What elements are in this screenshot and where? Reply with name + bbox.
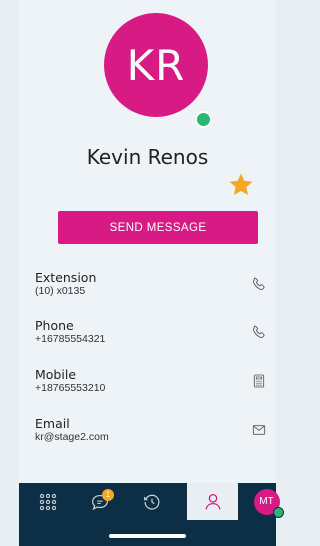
contact-avatar: KR <box>104 13 212 128</box>
tab-chat[interactable]: 1 <box>74 483 125 520</box>
home-indicator <box>109 534 186 538</box>
favorite-star-icon[interactable] <box>227 171 255 199</box>
tab-my-profile[interactable]: MT <box>241 483 292 520</box>
field-mobile-value: +18765553210 <box>35 382 106 394</box>
field-mobile: Mobile +18765553210 <box>35 367 267 401</box>
field-phone-label: Phone <box>35 318 74 333</box>
field-extension-value: (10) x0135 <box>35 285 86 297</box>
dialpad-icon <box>39 493 56 510</box>
history-icon <box>143 494 159 510</box>
contact-avatar-initials: KR <box>104 13 208 117</box>
my-presence-dot <box>272 506 284 518</box>
contact-name: Kevin Renos <box>86 145 209 169</box>
mail-icon[interactable] <box>251 422 267 438</box>
field-email: Email kr@stage2.com <box>35 416 267 450</box>
phone-icon[interactable] <box>251 324 267 340</box>
tab-contacts[interactable] <box>187 483 238 520</box>
field-extension-label: Extension <box>35 270 97 285</box>
person-icon <box>204 493 221 509</box>
phone-icon[interactable] <box>251 276 267 292</box>
my-avatar-initials: MT <box>259 496 274 507</box>
calculator-icon[interactable] <box>251 373 267 389</box>
field-phone: Phone +16785554321 <box>35 318 267 352</box>
tab-dialpad[interactable] <box>22 483 73 520</box>
presence-online-dot <box>195 111 212 128</box>
field-mobile-label: Mobile <box>35 367 77 382</box>
tab-history[interactable] <box>126 483 177 520</box>
send-message-button[interactable]: SEND MESSAGE <box>58 211 258 244</box>
contact-details-screen: KR Kevin Renos SEND MESSAGE Extension (1… <box>19 0 284 546</box>
field-phone-value: +16785554321 <box>35 333 106 345</box>
field-email-value: kr@stage2.com <box>35 431 109 443</box>
chat-unread-badge: 1 <box>102 489 114 501</box>
field-extension: Extension (10) x0135 <box>35 270 267 304</box>
my-avatar: MT <box>253 488 284 518</box>
field-email-label: Email <box>35 416 70 431</box>
